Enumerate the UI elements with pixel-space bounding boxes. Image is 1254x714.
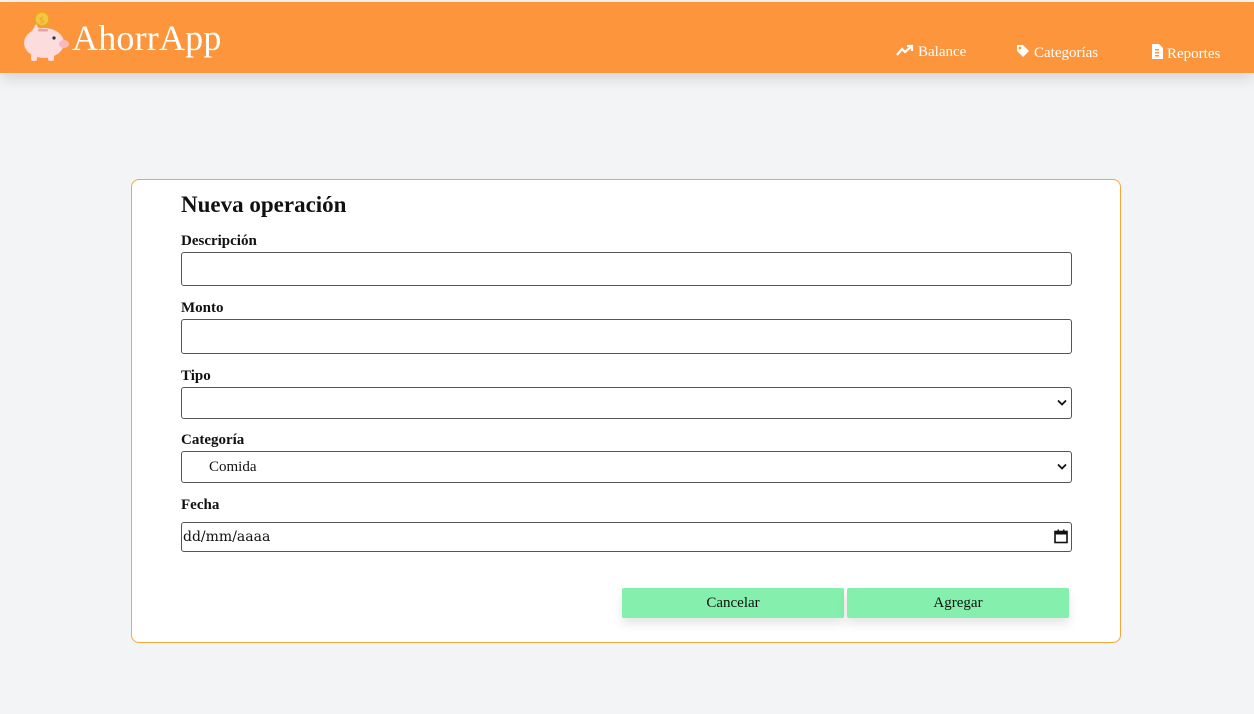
top-navbar: $ AhorrApp Balance Categorías Reportes [0, 2, 1254, 73]
file-icon [1151, 44, 1167, 64]
form-title: Nueva operación [181, 192, 347, 217]
calendar-icon[interactable] [1054, 529, 1068, 549]
new-operation-card: Nueva operación Descripción Monto Tipo C… [131, 179, 1121, 643]
nav-item-reportes[interactable]: Reportes [1151, 44, 1220, 64]
cancel-button[interactable]: Cancelar [622, 588, 844, 618]
nav-label-categorias: Categorías [1034, 45, 1099, 61]
type-label: Tipo [181, 368, 211, 384]
nav-label-balance: Balance [918, 44, 967, 60]
nav-label-reportes: Reportes [1167, 45, 1221, 62]
nav-item-balance[interactable]: Balance [896, 44, 966, 61]
app-title: AhorrApp [72, 18, 222, 58]
description-label: Descripción [181, 233, 257, 249]
category-label: Categoría [181, 432, 245, 448]
svg-text:$: $ [39, 16, 45, 26]
amount-input[interactable] [181, 319, 1072, 354]
date-label: Fecha [181, 497, 220, 513]
category-selected-value: Comida [209, 459, 257, 475]
trending-up-icon [896, 44, 918, 61]
tag-icon [1016, 44, 1034, 63]
chevron-down-icon [1057, 459, 1067, 476]
piggy-bank-icon: $ [22, 10, 70, 66]
type-select[interactable] [181, 387, 1072, 419]
date-input[interactable]: dd/mm/aaaa [181, 522, 1072, 552]
add-button[interactable]: Agregar [847, 588, 1069, 618]
category-select[interactable]: Comida [181, 451, 1072, 483]
description-input[interactable] [181, 252, 1072, 286]
chevron-down-icon [1057, 395, 1067, 412]
amount-label: Monto [181, 300, 224, 316]
date-placeholder: dd/mm/aaaa [183, 529, 271, 545]
brand[interactable]: $ AhorrApp [22, 10, 222, 66]
nav-item-categorias[interactable]: Categorías [1016, 44, 1098, 63]
